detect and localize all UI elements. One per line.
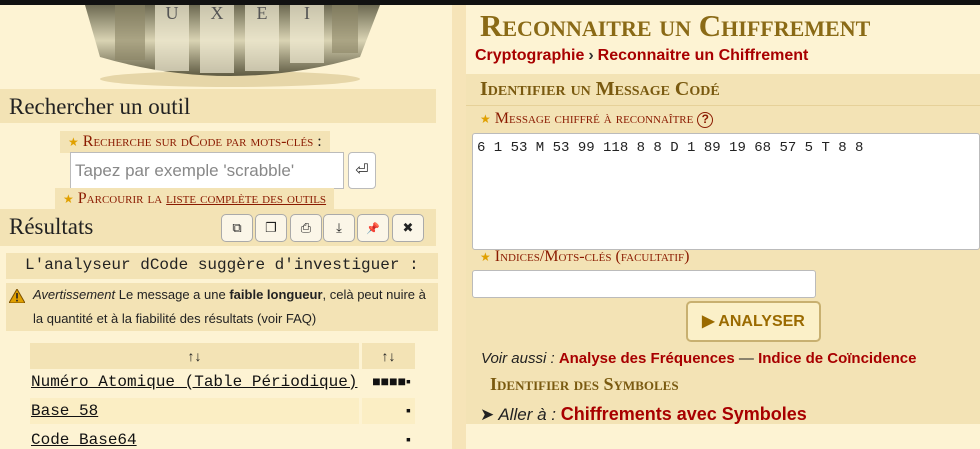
tools-list-link[interactable]: liste complète des outils: [166, 190, 326, 207]
coincidence-index-link[interactable]: Indice de Coïncidence: [758, 350, 916, 367]
star-icon: ★: [63, 192, 74, 206]
hints-label-text: Indices/Mots-clés (facultatif): [494, 248, 690, 265]
symbol-ciphers-link[interactable]: Chiffrements avec Symboles: [561, 404, 807, 424]
result-score: ▪: [406, 431, 411, 447]
result-link-atomic-number[interactable]: Numéro Atomique (Table Périodique): [30, 369, 359, 395]
pin-icon: 📌: [366, 223, 380, 235]
main-content: Reconnaitre un Chiffrement Cryptographie…: [466, 5, 980, 449]
results-header: Résultats ⧉ ❐ ⎙ ⤓ 📌 ✖: [0, 209, 436, 246]
cryptex-logo: U X E I: [85, 5, 380, 87]
browse-tools-row: ★ Parcourir la liste complète des outils: [55, 188, 335, 210]
warning-bold: faible longueur: [229, 287, 323, 302]
breadcrumb-separator: ›: [588, 47, 594, 64]
copy-icon: ⧉: [232, 220, 242, 235]
warning-label: Avertissement: [33, 287, 116, 302]
warning-icon: [9, 289, 25, 303]
download-button[interactable]: ⤓: [323, 214, 355, 242]
breadcrumb-item-current[interactable]: Reconnaitre un Chiffrement: [598, 47, 809, 64]
identify-panel: Identifier un Message Codé ★ Message chif…: [466, 74, 980, 424]
cipher-textarea[interactable]: 6 1 53 M 53 99 118 8 8 D 1 89 19 68 57 5…: [472, 133, 980, 250]
clipboard-icon: ❐: [265, 220, 277, 235]
panel-title: Identifier un Message Codé: [480, 78, 720, 100]
help-icon[interactable]: ?: [697, 112, 714, 128]
cipher-field-label: ★ Message chiffré à reconnaître ?: [480, 110, 714, 128]
see-also-separator: —: [734, 350, 759, 367]
left-sidebar: U X E I Rechercher un outil ★ Recherche s…: [0, 5, 452, 449]
cipher-label-text: Message chiffré à reconnaître: [494, 110, 694, 127]
suggestion-text: L'analyseur dCode suggère d'investiguer …: [6, 253, 438, 279]
close-icon: ✖: [402, 220, 414, 235]
star-icon: ★: [480, 112, 491, 126]
svg-text:I: I: [304, 5, 310, 23]
tool-search-heading: Rechercher un outil: [0, 89, 436, 123]
analyse-button[interactable]: ▶ ANALYSER: [686, 301, 821, 342]
result-score: ▪: [362, 398, 415, 424]
results-title: Résultats: [9, 214, 94, 239]
enter-icon: ⏎: [355, 162, 369, 179]
hints-field-label: ★ Indices/Mots-clés (facultatif): [480, 248, 689, 266]
keyword-search-colon: :: [313, 133, 322, 150]
result-link-base64[interactable]: Code Base64: [30, 427, 359, 449]
sort-column-score[interactable]: ↑↓: [362, 343, 415, 369]
search-submit-button[interactable]: ⏎: [348, 152, 376, 189]
svg-text:E: E: [257, 5, 268, 23]
keyword-search-label: ★ Recherche sur dCode par mots-clés :: [60, 131, 330, 153]
arrow-icon: ➤: [480, 405, 495, 424]
see-also-label: Voir aussi :: [481, 350, 559, 367]
svg-text:U: U: [166, 5, 179, 23]
keyword-search-text: Recherche sur dCode par mots-clés: [82, 133, 314, 150]
warning-text-before: Le message a une: [115, 287, 230, 302]
breadcrumb: Cryptographie › Reconnaitre un Chiffrement: [475, 47, 808, 65]
warning-box: Avertissement Le message a une faible lo…: [6, 283, 438, 331]
see-also-row: Voir aussi : Analyse des Fréquences — In…: [481, 350, 916, 367]
symbols-section-title: Identifier des Symboles: [490, 374, 679, 394]
close-button[interactable]: ✖: [392, 214, 424, 242]
breadcrumb-item-cryptographie[interactable]: Cryptographie: [475, 47, 584, 64]
star-icon: ★: [68, 135, 79, 149]
print-button[interactable]: ⎙: [290, 214, 322, 242]
copy-button[interactable]: ⧉: [221, 214, 253, 242]
result-link-base58[interactable]: Base 58: [30, 398, 359, 424]
clipboard-button[interactable]: ❐: [255, 214, 287, 242]
download-icon: ⤓: [336, 220, 342, 235]
star-icon: ★: [480, 250, 491, 264]
column-divider: [452, 5, 466, 449]
pin-button[interactable]: 📌: [357, 214, 389, 242]
page-title: Reconnaitre un Chiffrement: [480, 8, 871, 43]
frequency-analysis-link[interactable]: Analyse des Fréquences: [559, 350, 735, 367]
svg-text:X: X: [211, 5, 224, 23]
result-score: ■■■■▪: [372, 373, 411, 389]
tool-search-input[interactable]: [70, 152, 344, 189]
print-icon: ⎙: [300, 220, 312, 235]
hints-input[interactable]: [472, 270, 816, 298]
browse-prefix: Parcourir la: [77, 190, 167, 207]
sort-column-name[interactable]: ↑↓: [30, 343, 359, 369]
goto-label: Aller à :: [494, 405, 561, 424]
goto-row: ➤ Aller à : Chiffrements avec Symboles: [480, 404, 807, 425]
